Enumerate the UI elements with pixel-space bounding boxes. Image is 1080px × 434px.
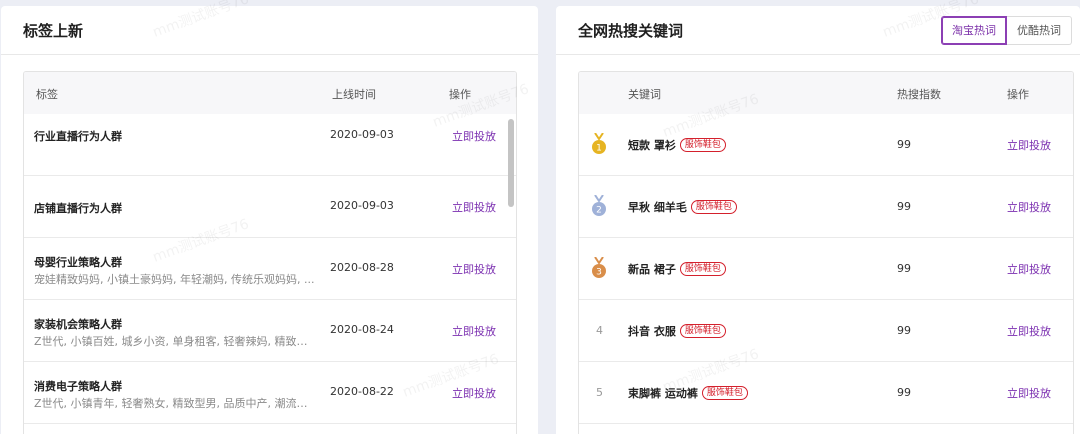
tag-name: 行业直播行为人群	[34, 130, 122, 143]
tag-table-row: 母婴行业策略人群 宠娃精致妈妈, 小镇土豪妈妈, 年轻潮妈, 传统乐观妈妈, .…	[24, 238, 516, 300]
tag-panel-header: 标签上新	[1, 6, 538, 55]
gold-medal-icon: 1	[592, 133, 606, 154]
launch-button[interactable]: 立即投放	[1007, 261, 1051, 277]
keyword-text: 早秋 细羊毛	[628, 201, 687, 214]
launch-button[interactable]: 立即投放	[1007, 137, 1051, 153]
hot-keyword-panel: 全网热搜关键词 淘宝热词 优酷热词 关键词 热搜指数 操作 1 短款 罩衫 服饰…	[556, 6, 1080, 434]
tag-table-row: 店铺直播行为人群 2020-09-03 立即投放	[24, 176, 516, 238]
silver-medal-icon: 2	[592, 195, 606, 216]
dashboard-page: 标签上新 标签 上线时间 操作 行业直播行为人群 2020-09-03 立即投放…	[0, 0, 1080, 434]
table-scrollbar[interactable]	[508, 119, 514, 207]
keyword-panel-header: 全网热搜关键词 淘宝热词 优酷热词	[556, 6, 1080, 55]
tag-date: 2020-08-24	[330, 323, 394, 336]
tag-table-row: 家装机会策略人群 Z世代, 小镇百姓, 城乡小资, 单身租客, 轻奢辣妈, 精致…	[24, 300, 516, 362]
tag-date: 2020-08-22	[330, 385, 394, 398]
col-keyword-header: 关键词	[628, 88, 661, 101]
category-tag: 服饰鞋包	[679, 324, 726, 338]
svg-text:2: 2	[596, 206, 602, 216]
category-tag: 服饰鞋包	[690, 200, 737, 214]
launch-button[interactable]: 立即投放	[452, 261, 496, 277]
launch-button[interactable]: 立即投放	[452, 385, 496, 401]
tag-name: 母婴行业策略人群	[34, 256, 122, 269]
col-action-header: 操作	[1007, 88, 1029, 101]
tag-date: 2020-09-03	[330, 128, 394, 141]
keyword-text: 束脚裤 运动裤	[628, 387, 698, 400]
keyword-row: 2 早秋 细羊毛 服饰鞋包 99 立即投放	[579, 176, 1073, 238]
keyword-table: 关键词 热搜指数 操作 1 短款 罩衫 服饰鞋包 99 立即投放 2 早秋 细羊…	[578, 71, 1074, 434]
hot-score: 99	[897, 262, 911, 275]
keyword-cell: 抖音 衣服 服饰鞋包	[628, 323, 726, 339]
launch-button[interactable]: 立即投放	[452, 128, 496, 144]
col-online-time-header: 上线时间	[332, 88, 376, 101]
tab-youku-keywords[interactable]: 优酷热词	[1007, 16, 1072, 45]
category-tag: 服饰鞋包	[679, 138, 726, 152]
tag-date: 2020-09-03	[330, 199, 394, 212]
tag-name: 店铺直播行为人群	[34, 202, 122, 215]
launch-button[interactable]: 立即投放	[452, 199, 496, 215]
category-tag: 服饰鞋包	[679, 262, 726, 276]
tag-date: 2020-08-28	[330, 261, 394, 274]
tag-table-row: 消费电子策略人群 Z世代, 小镇青年, 轻奢熟女, 精致型男, 品质中产, 潮流…	[24, 362, 516, 424]
launch-button[interactable]: 立即投放	[1007, 385, 1051, 401]
keyword-table-header: 关键词 热搜指数 操作	[579, 72, 1073, 114]
keyword-panel-title: 全网热搜关键词	[578, 22, 684, 40]
col-action-header: 操作	[449, 88, 471, 101]
keyword-cell: 早秋 细羊毛 服饰鞋包	[628, 199, 737, 215]
tag-name: 消费电子策略人群	[34, 380, 122, 393]
svg-text:1: 1	[596, 144, 602, 154]
keyword-row: 4 抖音 衣服 服饰鞋包 99 立即投放	[579, 300, 1073, 362]
hot-score: 99	[897, 138, 911, 151]
bronze-medal-icon: 3	[592, 257, 606, 278]
keyword-source-tabs: 淘宝热词 优酷热词	[941, 16, 1072, 45]
keyword-row: 3 新品 裙子 服饰鞋包 99 立即投放	[579, 238, 1073, 300]
keyword-cell: 束脚裤 运动裤 服饰鞋包	[628, 385, 748, 401]
hot-score: 99	[897, 386, 911, 399]
hot-score: 99	[897, 200, 911, 213]
keyword-text: 抖音 衣服	[628, 325, 676, 338]
hot-score: 99	[897, 324, 911, 337]
col-score-header: 热搜指数	[897, 88, 941, 101]
svg-text:3: 3	[596, 268, 602, 278]
keyword-text: 新品 裙子	[628, 263, 676, 276]
tag-description: Z世代, 小镇百姓, 城乡小资, 单身租客, 轻奢辣妈, 精致型...	[34, 335, 316, 348]
tab-taobao-keywords[interactable]: 淘宝热词	[941, 16, 1007, 45]
tag-new-panel: 标签上新 标签 上线时间 操作 行业直播行为人群 2020-09-03 立即投放…	[1, 6, 538, 434]
launch-button[interactable]: 立即投放	[452, 323, 496, 339]
tag-table-row: 行业直播行为人群 2020-09-03 立即投放	[24, 114, 516, 176]
category-tag: 服饰鞋包	[701, 386, 748, 400]
rank-number: 4	[596, 324, 603, 337]
tag-table-header: 标签 上线时间 操作	[24, 72, 516, 114]
col-tag-header: 标签	[36, 88, 58, 101]
launch-button[interactable]: 立即投放	[1007, 323, 1051, 339]
keyword-text: 短款 罩衫	[628, 139, 676, 152]
tag-table: 标签 上线时间 操作 行业直播行为人群 2020-09-03 立即投放 店铺直播…	[23, 71, 517, 434]
launch-button[interactable]: 立即投放	[1007, 199, 1051, 215]
keyword-cell: 短款 罩衫 服饰鞋包	[628, 137, 726, 153]
rank-number: 5	[596, 386, 603, 399]
tag-description: 宠娃精致妈妈, 小镇土豪妈妈, 年轻潮妈, 传统乐观妈妈, ...	[34, 273, 315, 286]
keyword-row: 1 短款 罩衫 服饰鞋包 99 立即投放	[579, 114, 1073, 176]
keyword-row: 5 束脚裤 运动裤 服饰鞋包 99 立即投放	[579, 362, 1073, 424]
tag-description: Z世代, 小镇青年, 轻奢熟女, 精致型男, 品质中产, 潮流租...	[34, 397, 316, 410]
tag-panel-title: 标签上新	[23, 22, 84, 40]
keyword-cell: 新品 裙子 服饰鞋包	[628, 261, 726, 277]
tag-name: 家装机会策略人群	[34, 318, 122, 331]
